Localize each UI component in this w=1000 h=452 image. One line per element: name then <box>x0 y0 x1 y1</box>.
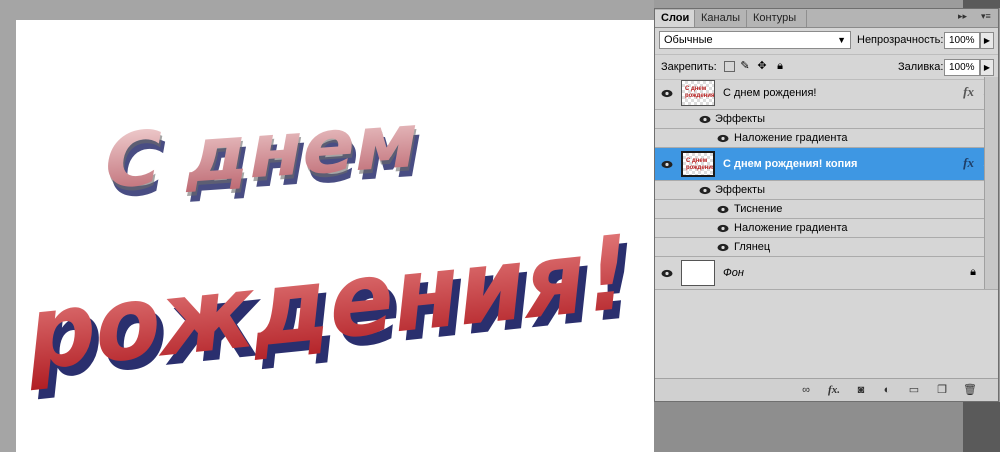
eye-icon[interactable] <box>717 224 729 233</box>
opacity-field[interactable]: 100% <box>944 32 980 49</box>
panel-dock-strip <box>963 402 1000 452</box>
workspace: С днем С днем С днем рождения! рождения! <box>0 0 656 452</box>
blend-mode-value: Обычные <box>664 34 713 46</box>
padlock-icon: 🔒︎ <box>970 266 976 278</box>
tab-channels[interactable]: Каналы <box>695 10 747 27</box>
panel-tab-bar: Слои Каналы Контуры ▸▸ ▾≡ <box>655 9 998 28</box>
adjustment-icon[interactable]: ◐ <box>880 383 894 397</box>
effects-label: Эффекты <box>715 184 766 196</box>
layers-panel: Слои Каналы Контуры ▸▸ ▾≡ Обычные ▼ Непр… <box>654 8 999 402</box>
greeting-line1: С днем С днем С днем <box>97 96 432 216</box>
effects-row: Эффекты <box>655 110 998 129</box>
panel-menu-icon[interactable]: ▾≡ <box>981 11 991 22</box>
layer-row[interactable]: Фон 🔒︎ <box>655 257 998 290</box>
effect-name: Глянец <box>734 241 771 253</box>
link-icon[interactable]: ∞ <box>799 383 813 397</box>
effect-row: Наложение градиента <box>655 129 998 148</box>
fill-field[interactable]: 100% <box>944 59 980 76</box>
eye-icon[interactable] <box>699 115 711 124</box>
eye-icon[interactable] <box>717 134 729 143</box>
fx-icon[interactable]: fx. <box>827 383 841 397</box>
thumb-text: С днем <box>686 158 708 164</box>
chevron-down-icon: ▼ <box>837 35 846 45</box>
eye-icon[interactable] <box>661 89 673 98</box>
thumb-text: рождения <box>685 93 715 99</box>
eye-icon[interactable] <box>661 269 673 278</box>
panel-dock-area <box>654 402 1000 452</box>
thumb-text: С днем <box>685 86 707 92</box>
lock-transparency-icon[interactable] <box>724 61 735 72</box>
new-layer-icon[interactable]: ❐ <box>935 383 949 397</box>
layer-thumbnail: С днем рождения <box>681 151 715 177</box>
effect-name: Наложение градиента <box>734 132 848 144</box>
layer-name: С днем рождения! копия <box>723 158 858 170</box>
layer-list: С днемрождения С днем рождения! fx ▲ Эфф… <box>655 77 998 290</box>
trash-icon[interactable]: 🗑︎ <box>963 383 977 397</box>
layer-name: Фон <box>723 267 744 279</box>
fx-icon[interactable]: fx <box>963 155 974 171</box>
document-canvas[interactable]: С днем С днем С днем рождения! рождения! <box>16 20 656 452</box>
layer-row[interactable]: С днемрождения С днем рождения! fx ▲ <box>655 77 998 110</box>
effects-label: Эффекты <box>715 113 766 125</box>
effect-row: Тиснение <box>655 200 998 219</box>
collapse-icon[interactable]: ▸▸ <box>958 11 967 22</box>
panel-dock-edge <box>963 0 1000 8</box>
greeting-line2: рождения! рождения! <box>23 211 643 403</box>
panel-footer: ∞ fx. ◙ ◐ ▭ ❐ 🗑︎ <box>655 378 998 401</box>
brush-icon[interactable]: ✎ <box>739 60 751 72</box>
fx-icon[interactable]: fx <box>963 84 974 100</box>
fill-label: Заливка: <box>898 61 944 73</box>
layer-thumbnail <box>681 260 715 286</box>
effect-name: Тиснение <box>734 203 783 215</box>
effect-row: Глянец <box>655 238 998 257</box>
opacity-slider-button[interactable]: ▶ <box>980 32 994 49</box>
tab-layers[interactable]: Слои <box>655 10 695 27</box>
layer-list-scrollbar[interactable] <box>984 77 998 289</box>
fill-slider-button[interactable]: ▶ <box>980 59 994 76</box>
blend-row: Обычные ▼ Непрозрачность: 100% ▶ <box>655 28 998 55</box>
layer-thumbnail: С днем рождения <box>681 80 715 106</box>
effects-row: Эффекты <box>655 181 998 200</box>
layer-name: С днем рождения! <box>723 87 817 99</box>
thumb-text: рождения <box>686 165 715 171</box>
tab-paths[interactable]: Контуры <box>747 10 807 27</box>
canvas-artwork: С днем С днем С днем рождения! рождения! <box>23 96 643 403</box>
effect-row: Наложение градиента <box>655 219 998 238</box>
move-icon[interactable]: ✥ <box>756 60 768 72</box>
blend-mode-select[interactable]: Обычные ▼ <box>659 31 851 49</box>
eye-icon[interactable] <box>699 186 711 195</box>
eye-icon[interactable] <box>717 205 729 214</box>
eye-icon[interactable] <box>717 243 729 252</box>
eye-icon[interactable] <box>661 160 673 169</box>
mask-icon[interactable]: ◙ <box>854 383 868 397</box>
group-icon[interactable]: ▭ <box>907 383 921 397</box>
lock-label: Закрепить: <box>661 61 717 73</box>
opacity-label: Непрозрачность: <box>857 34 944 46</box>
effect-name: Наложение градиента <box>734 222 848 234</box>
lock-all-icon[interactable]: 🔒︎ <box>774 60 786 72</box>
layer-row-selected[interactable]: С днем рождения С днем рождения! копия fx… <box>655 148 998 181</box>
